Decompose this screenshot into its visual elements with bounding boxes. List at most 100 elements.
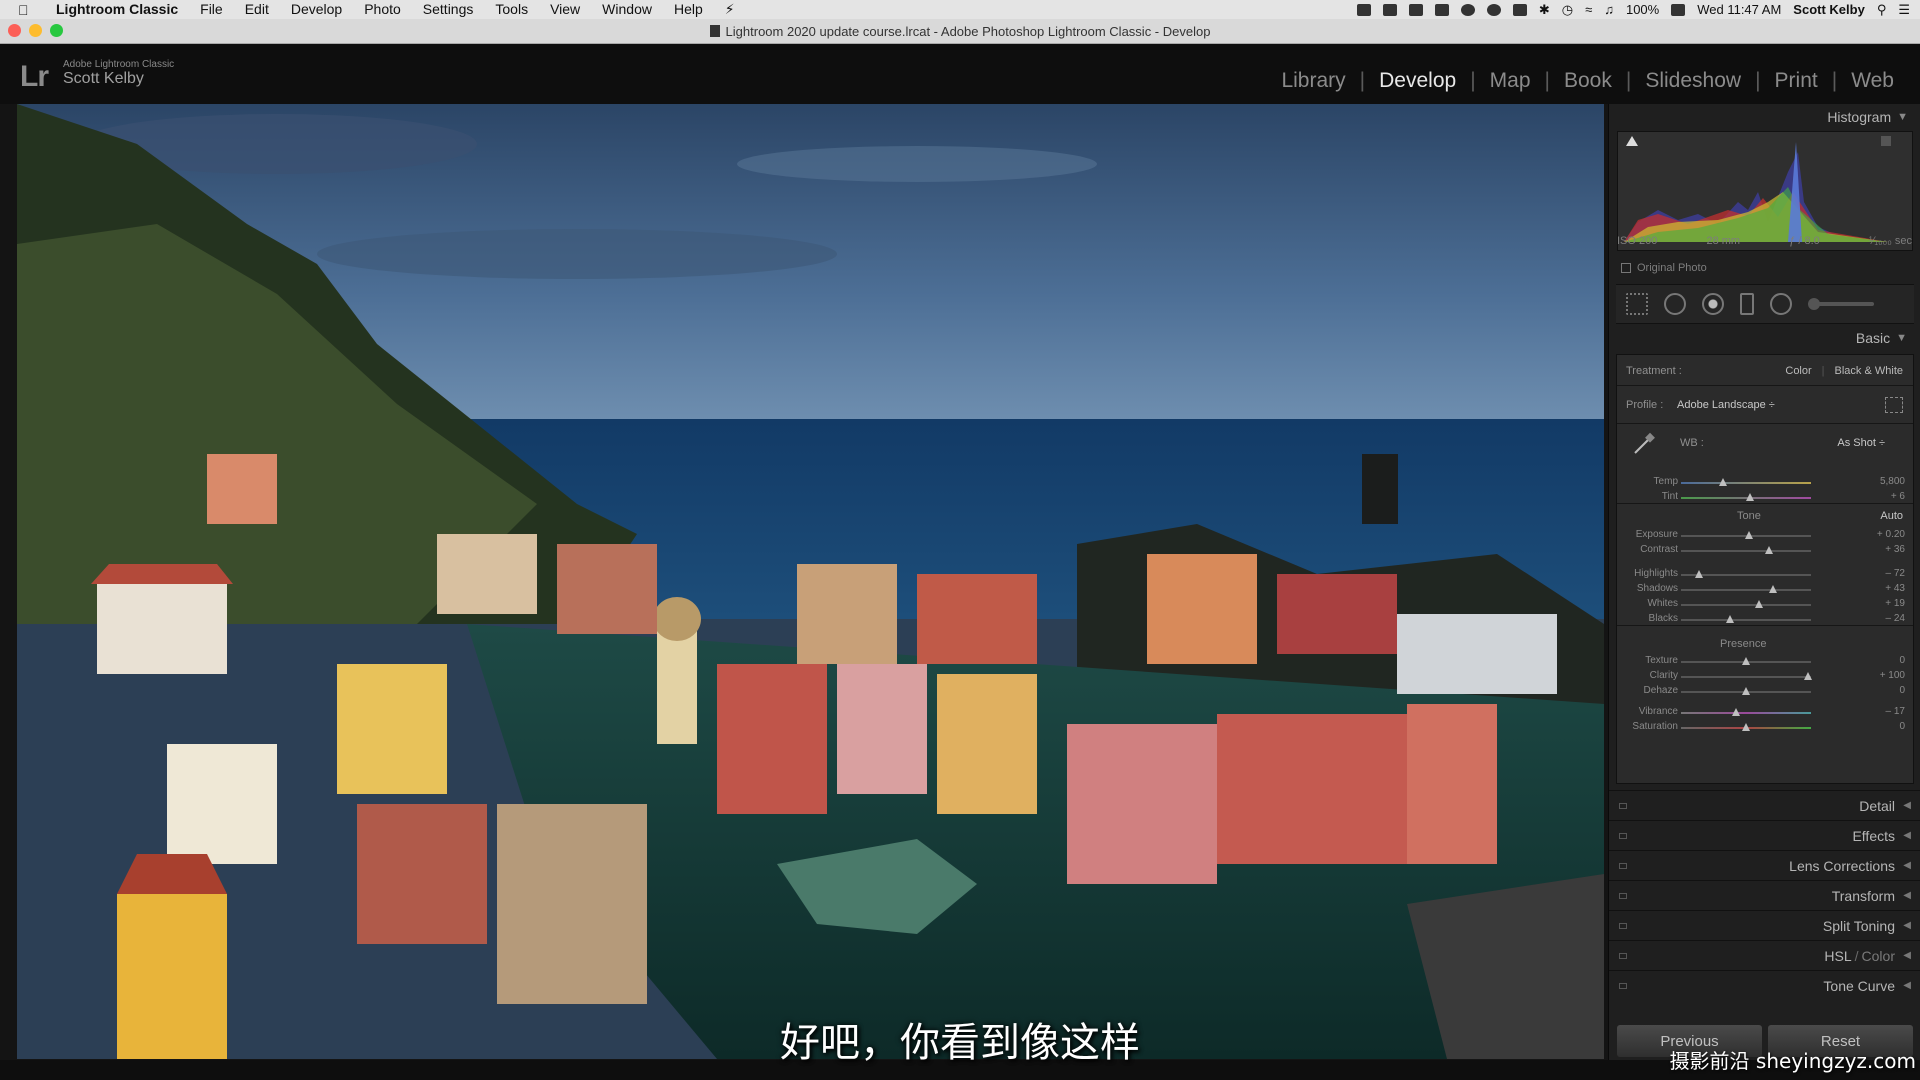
dehaze-slider-thumb[interactable]: [1742, 687, 1750, 695]
wifi-icon[interactable]: ≈: [1585, 2, 1592, 17]
battery-icon[interactable]: [1671, 3, 1686, 16]
whites-slider[interactable]: [1681, 600, 1811, 608]
highlights-slider[interactable]: [1681, 570, 1811, 578]
color-tab[interactable]: Color: [1862, 948, 1895, 964]
original-photo-checkbox[interactable]: [1621, 263, 1631, 273]
menu-develop[interactable]: Develop: [280, 0, 353, 19]
red-eye-icon[interactable]: [1702, 293, 1724, 315]
app-tray-icon[interactable]: [1382, 3, 1397, 16]
menu-settings[interactable]: Settings: [412, 0, 485, 19]
crop-tool-icon[interactable]: [1626, 293, 1648, 315]
volume-icon[interactable]: ♫: [1604, 2, 1614, 17]
collapse-triangle-icon[interactable]: ▼: [1896, 332, 1907, 344]
original-photo-toggle[interactable]: Original Photo: [1621, 262, 1707, 274]
close-window-button[interactable]: [8, 24, 21, 37]
camera-tray-icon[interactable]: [1408, 3, 1423, 16]
panel-switch-icon[interactable]: [1619, 862, 1627, 869]
airplay-icon[interactable]: [1512, 3, 1527, 16]
hsl-color-panel-header[interactable]: HSL / Color ◀: [1609, 940, 1920, 970]
effects-panel-header[interactable]: Effects ◀: [1609, 820, 1920, 850]
split-toning-panel-header[interactable]: Split Toning ◀: [1609, 910, 1920, 940]
screen-tray-icon[interactable]: [1434, 3, 1449, 16]
blacks-slider-thumb[interactable]: [1726, 615, 1735, 623]
menu-window[interactable]: Window: [591, 0, 663, 19]
clarity-slider[interactable]: [1681, 672, 1813, 680]
module-slideshow[interactable]: Slideshow: [1631, 69, 1755, 93]
contrast-slider[interactable]: [1681, 546, 1811, 554]
menu-tools[interactable]: Tools: [484, 0, 539, 19]
module-print[interactable]: Print: [1761, 69, 1832, 93]
module-library[interactable]: Library: [1267, 69, 1359, 93]
flame-icon[interactable]: [1486, 3, 1501, 16]
expand-triangle-icon[interactable]: ◀: [1903, 800, 1911, 811]
panel-switch-icon[interactable]: [1619, 952, 1627, 959]
module-develop[interactable]: Develop: [1365, 69, 1470, 93]
expand-triangle-icon[interactable]: ◀: [1903, 920, 1911, 931]
spotlight-search-icon[interactable]: ⚲: [1877, 2, 1887, 18]
profile-dropdown[interactable]: Adobe Landscape ÷: [1677, 399, 1775, 411]
highlights-slider-thumb[interactable]: [1695, 570, 1704, 578]
saturation-slider[interactable]: [1681, 723, 1811, 731]
user-name[interactable]: Scott Kelby: [1793, 2, 1865, 17]
texture-slider-thumb[interactable]: [1742, 657, 1750, 665]
saturation-slider-thumb[interactable]: [1742, 723, 1750, 731]
shadows-slider[interactable]: [1681, 585, 1811, 593]
time-machine-icon[interactable]: ◷: [1562, 2, 1573, 18]
menu-file[interactable]: File: [189, 0, 234, 19]
blacks-slider[interactable]: [1681, 615, 1811, 623]
panel-switch-icon[interactable]: [1619, 982, 1627, 989]
menu-app-name[interactable]: Lightroom Classic: [40, 0, 189, 19]
panel-switch-icon[interactable]: [1619, 802, 1627, 809]
hsl-tab[interactable]: HSL: [1824, 948, 1851, 964]
vibrance-value[interactable]: – 17: [1886, 706, 1905, 717]
auto-tone-button[interactable]: Auto: [1880, 510, 1903, 522]
panel-switch-icon[interactable]: [1619, 922, 1627, 929]
panel-switch-icon[interactable]: [1619, 892, 1627, 899]
expand-triangle-icon[interactable]: ◀: [1903, 980, 1911, 991]
vibrance-slider-thumb[interactable]: [1731, 708, 1740, 716]
menu-view[interactable]: View: [539, 0, 591, 19]
profile-browser-icon[interactable]: [1885, 397, 1903, 413]
histogram[interactable]: [1617, 131, 1913, 251]
tint-slider-thumb[interactable]: [1745, 493, 1754, 501]
apple-icon[interactable]: : [18, 2, 40, 18]
notification-center-icon[interactable]: ☰: [1898, 2, 1910, 18]
clarity-value[interactable]: + 100: [1880, 670, 1905, 681]
module-map[interactable]: Map: [1476, 69, 1545, 93]
collapse-triangle-icon[interactable]: ▼: [1897, 111, 1908, 123]
bolt-icon[interactable]: ⚡: [714, 0, 746, 19]
blacks-value[interactable]: – 24: [1886, 613, 1905, 624]
shadows-slider-thumb[interactable]: [1769, 585, 1778, 593]
expand-triangle-icon[interactable]: ◀: [1903, 890, 1911, 901]
dropbox-icon[interactable]: [1356, 3, 1371, 16]
photo-preview[interactable]: [17, 104, 1604, 1059]
exposure-value[interactable]: + 0.20: [1877, 529, 1905, 540]
lens-corrections-panel-header[interactable]: Lens Corrections ◀: [1609, 850, 1920, 880]
exposure-slider-thumb[interactable]: [1744, 531, 1753, 539]
shadows-value[interactable]: + 43: [1885, 583, 1905, 594]
bluetooth-icon[interactable]: ✱: [1539, 2, 1550, 18]
treatment-bw-button[interactable]: Black & White: [1835, 365, 1903, 377]
whites-slider-thumb[interactable]: [1755, 600, 1763, 608]
expand-triangle-icon[interactable]: ◀: [1903, 860, 1911, 871]
zoom-window-button[interactable]: [50, 24, 63, 37]
texture-value[interactable]: 0: [1899, 655, 1905, 666]
spot-removal-icon[interactable]: [1664, 293, 1686, 315]
graduated-filter-icon[interactable]: [1740, 293, 1754, 315]
contrast-slider-thumb[interactable]: [1765, 546, 1774, 554]
vibrance-slider[interactable]: [1681, 708, 1811, 716]
tint-value[interactable]: + 6: [1891, 491, 1905, 502]
detail-panel-header[interactable]: Detail ◀: [1609, 790, 1920, 820]
dehaze-slider[interactable]: [1681, 687, 1811, 695]
histogram-header[interactable]: Histogram ▼: [1609, 104, 1920, 129]
menu-edit[interactable]: Edit: [234, 0, 280, 19]
treatment-color-button[interactable]: Color: [1785, 365, 1811, 377]
basic-panel-header[interactable]: Basic ▼: [1609, 324, 1920, 352]
clock[interactable]: Wed 11:47 AM: [1697, 2, 1781, 17]
highlights-value[interactable]: – 72: [1886, 568, 1905, 579]
transform-panel-header[interactable]: Transform ◀: [1609, 880, 1920, 910]
menu-help[interactable]: Help: [663, 0, 714, 19]
temp-slider-thumb[interactable]: [1718, 478, 1727, 486]
saturation-value[interactable]: 0: [1899, 721, 1905, 732]
menu-photo[interactable]: Photo: [353, 0, 412, 19]
